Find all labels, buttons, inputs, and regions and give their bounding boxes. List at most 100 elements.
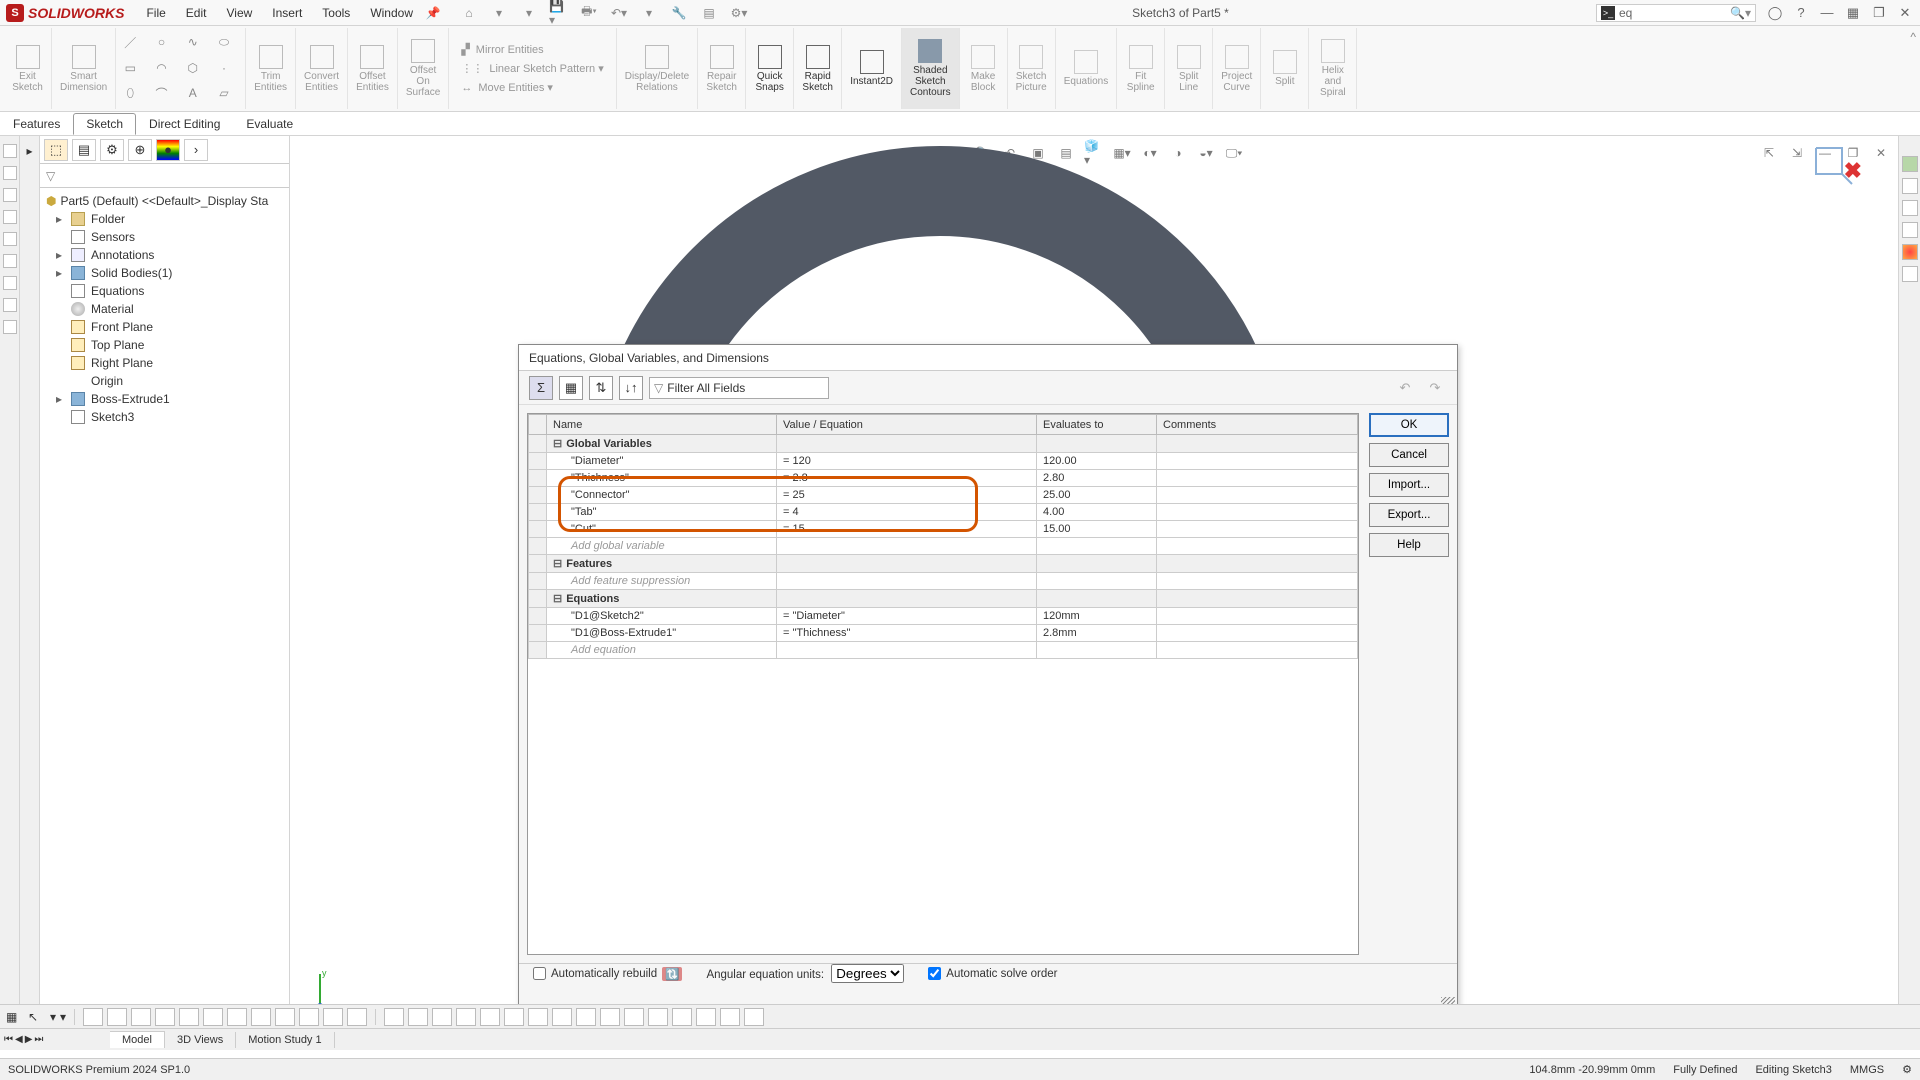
status-units[interactable]: MMGS: [1850, 1064, 1884, 1076]
print-icon[interactable]: 🖶▾: [579, 3, 599, 23]
strip-icon[interactable]: [384, 1008, 404, 1026]
taskpane-home-icon[interactable]: [1902, 156, 1918, 172]
expand-icon[interactable]: ▸: [56, 266, 65, 280]
strip-icon[interactable]: [227, 1008, 247, 1026]
dlg-redo-icon[interactable]: ↷: [1423, 376, 1447, 400]
expand-icon[interactable]: ▸: [56, 392, 65, 406]
var-name[interactable]: "Tab": [547, 504, 777, 521]
strip-icon[interactable]: [648, 1008, 668, 1026]
strip-icon[interactable]: [552, 1008, 572, 1026]
filter-field[interactable]: ▽ Filter All Fields: [649, 377, 829, 399]
var-comment[interactable]: [1157, 470, 1358, 487]
strip-icon[interactable]: [251, 1008, 271, 1026]
strip-icon[interactable]: [696, 1008, 716, 1026]
convert-entities-button[interactable]: Convert Entities: [296, 28, 348, 109]
auto-rebuild-checkbox[interactable]: Automatically rebuild 🔃: [533, 967, 682, 981]
var-name[interactable]: "Connector": [547, 487, 777, 504]
tree-node[interactable]: Sensors: [42, 228, 287, 246]
equation-row[interactable]: "D1@Boss-Extrude1"= "Thichness"2.8mm: [529, 625, 1358, 642]
flyout-icon[interactable]: ▸: [26, 144, 32, 158]
tree-node[interactable]: Origin: [42, 372, 287, 390]
eq-value[interactable]: = "Thichness": [777, 625, 1037, 642]
strip-icon[interactable]: [480, 1008, 500, 1026]
status-settings-icon[interactable]: ⚙: [1902, 1063, 1912, 1076]
edit-appearance-icon[interactable]: ◑: [1167, 142, 1189, 164]
col-comments[interactable]: Comments: [1157, 415, 1358, 435]
save-icon[interactable]: 💾▾: [549, 3, 569, 23]
expand-icon[interactable]: ▸: [56, 248, 65, 262]
var-name[interactable]: "Diameter": [547, 453, 777, 470]
add-equation-placeholder[interactable]: Add equation: [547, 642, 777, 659]
menu-view[interactable]: View: [216, 6, 262, 20]
minimize-button[interactable]: —: [1818, 4, 1836, 22]
hide-show-icon[interactable]: ◐▾: [1139, 142, 1161, 164]
rect-tool-icon[interactable]: ▭: [120, 58, 140, 78]
taskpane-view-icon[interactable]: [1902, 222, 1918, 238]
strip-icon[interactable]: [744, 1008, 764, 1026]
shaded-sketch-contours-button[interactable]: Shaded Sketch Contours: [902, 28, 960, 109]
rapid-sketch-button[interactable]: Rapid Sketch: [794, 28, 842, 109]
dim-view-icon[interactable]: ▦: [559, 376, 583, 400]
strip-icon[interactable]: [347, 1008, 367, 1026]
select-icon[interactable]: ▾: [639, 3, 659, 23]
circle-tool-icon[interactable]: ○: [152, 32, 172, 52]
var-comment[interactable]: [1157, 487, 1358, 504]
global-variable-row[interactable]: "Connector"= 2525.00: [529, 487, 1358, 504]
line-tool-icon[interactable]: ／: [120, 32, 140, 52]
var-value[interactable]: = 25: [777, 487, 1037, 504]
strip-icon[interactable]: [600, 1008, 620, 1026]
strip-icon[interactable]: [432, 1008, 452, 1026]
close-button[interactable]: ✕: [1896, 4, 1914, 22]
col-name[interactable]: Name: [547, 415, 777, 435]
var-name[interactable]: "Cut": [547, 521, 777, 538]
tab-evaluate[interactable]: Evaluate: [233, 113, 306, 135]
selection-cursor-icon[interactable]: ↖: [28, 1010, 46, 1024]
offset-on-surface-button[interactable]: Offset On Surface: [398, 28, 449, 109]
helix-spiral-button[interactable]: Helix and Spiral: [1309, 28, 1357, 109]
eq-view-icon[interactable]: Σ: [529, 376, 553, 400]
make-block-button[interactable]: Make Block: [960, 28, 1008, 109]
quick-snaps-button[interactable]: Quick Snaps: [746, 28, 794, 109]
strip-icon[interactable]: [83, 1008, 103, 1026]
help-button[interactable]: Help: [1369, 533, 1449, 557]
dynamic-annot-icon[interactable]: ▤: [1055, 142, 1077, 164]
fillet-tool-icon[interactable]: ⌒: [152, 83, 172, 103]
eq-name[interactable]: "D1@Sketch2": [547, 608, 777, 625]
project-curve-button[interactable]: Project Curve: [1213, 28, 1261, 109]
user-icon[interactable]: ◯: [1766, 4, 1784, 22]
config-manager-tab-icon[interactable]: ⚙: [100, 139, 124, 161]
undo-icon[interactable]: ↶▾: [609, 3, 629, 23]
eq-name[interactable]: "D1@Boss-Extrude1": [547, 625, 777, 642]
strip-icon[interactable]: [408, 1008, 428, 1026]
var-comment[interactable]: [1157, 521, 1358, 538]
menu-insert[interactable]: Insert: [262, 6, 312, 20]
filter-icon[interactable]: ▽: [46, 169, 55, 183]
spline-tool-icon[interactable]: ∿: [183, 32, 203, 52]
equation-row[interactable]: "D1@Sketch2"= "Diameter"120mm: [529, 608, 1358, 625]
dlg-undo-icon[interactable]: ↶: [1393, 376, 1417, 400]
move-entities-button[interactable]: ↔Move Entities ▾: [461, 81, 603, 94]
mirror-entities-button[interactable]: ▞Mirror Entities: [461, 43, 603, 56]
timeline-fwd-icon[interactable]: ⏭: [34, 1034, 43, 1045]
timeline-start-icon[interactable]: ⏮: [4, 1034, 13, 1045]
var-comment[interactable]: [1157, 504, 1358, 521]
new-icon[interactable]: ▾: [489, 3, 509, 23]
apply-scene-icon[interactable]: ◒▾: [1195, 142, 1217, 164]
strip-icon[interactable]: [528, 1008, 548, 1026]
arc-tool-icon[interactable]: ◠: [152, 58, 172, 78]
ordered-view-icon[interactable]: ⇅: [589, 376, 613, 400]
taskpane-custom-icon[interactable]: [1902, 266, 1918, 282]
eq-comment[interactable]: [1157, 608, 1358, 625]
display-manager-tab-icon[interactable]: ●: [156, 139, 180, 161]
point-tool-icon[interactable]: ·: [214, 58, 234, 78]
section-globals[interactable]: ⊟Global Variables: [547, 435, 777, 453]
strip-icon[interactable]: [131, 1008, 151, 1026]
collapse-ribbon-icon[interactable]: ^: [1910, 30, 1916, 44]
import-button[interactable]: Import...: [1369, 473, 1449, 497]
col-eval[interactable]: Evaluates to: [1037, 415, 1157, 435]
tree-node[interactable]: ▸Folder: [42, 210, 287, 228]
section-equations[interactable]: ⊟Equations: [547, 590, 777, 608]
strip-icon[interactable]: [275, 1008, 295, 1026]
trim-entities-button[interactable]: Trim Entities: [246, 28, 296, 109]
feature-tree-tab-icon[interactable]: ⬚: [44, 139, 68, 161]
